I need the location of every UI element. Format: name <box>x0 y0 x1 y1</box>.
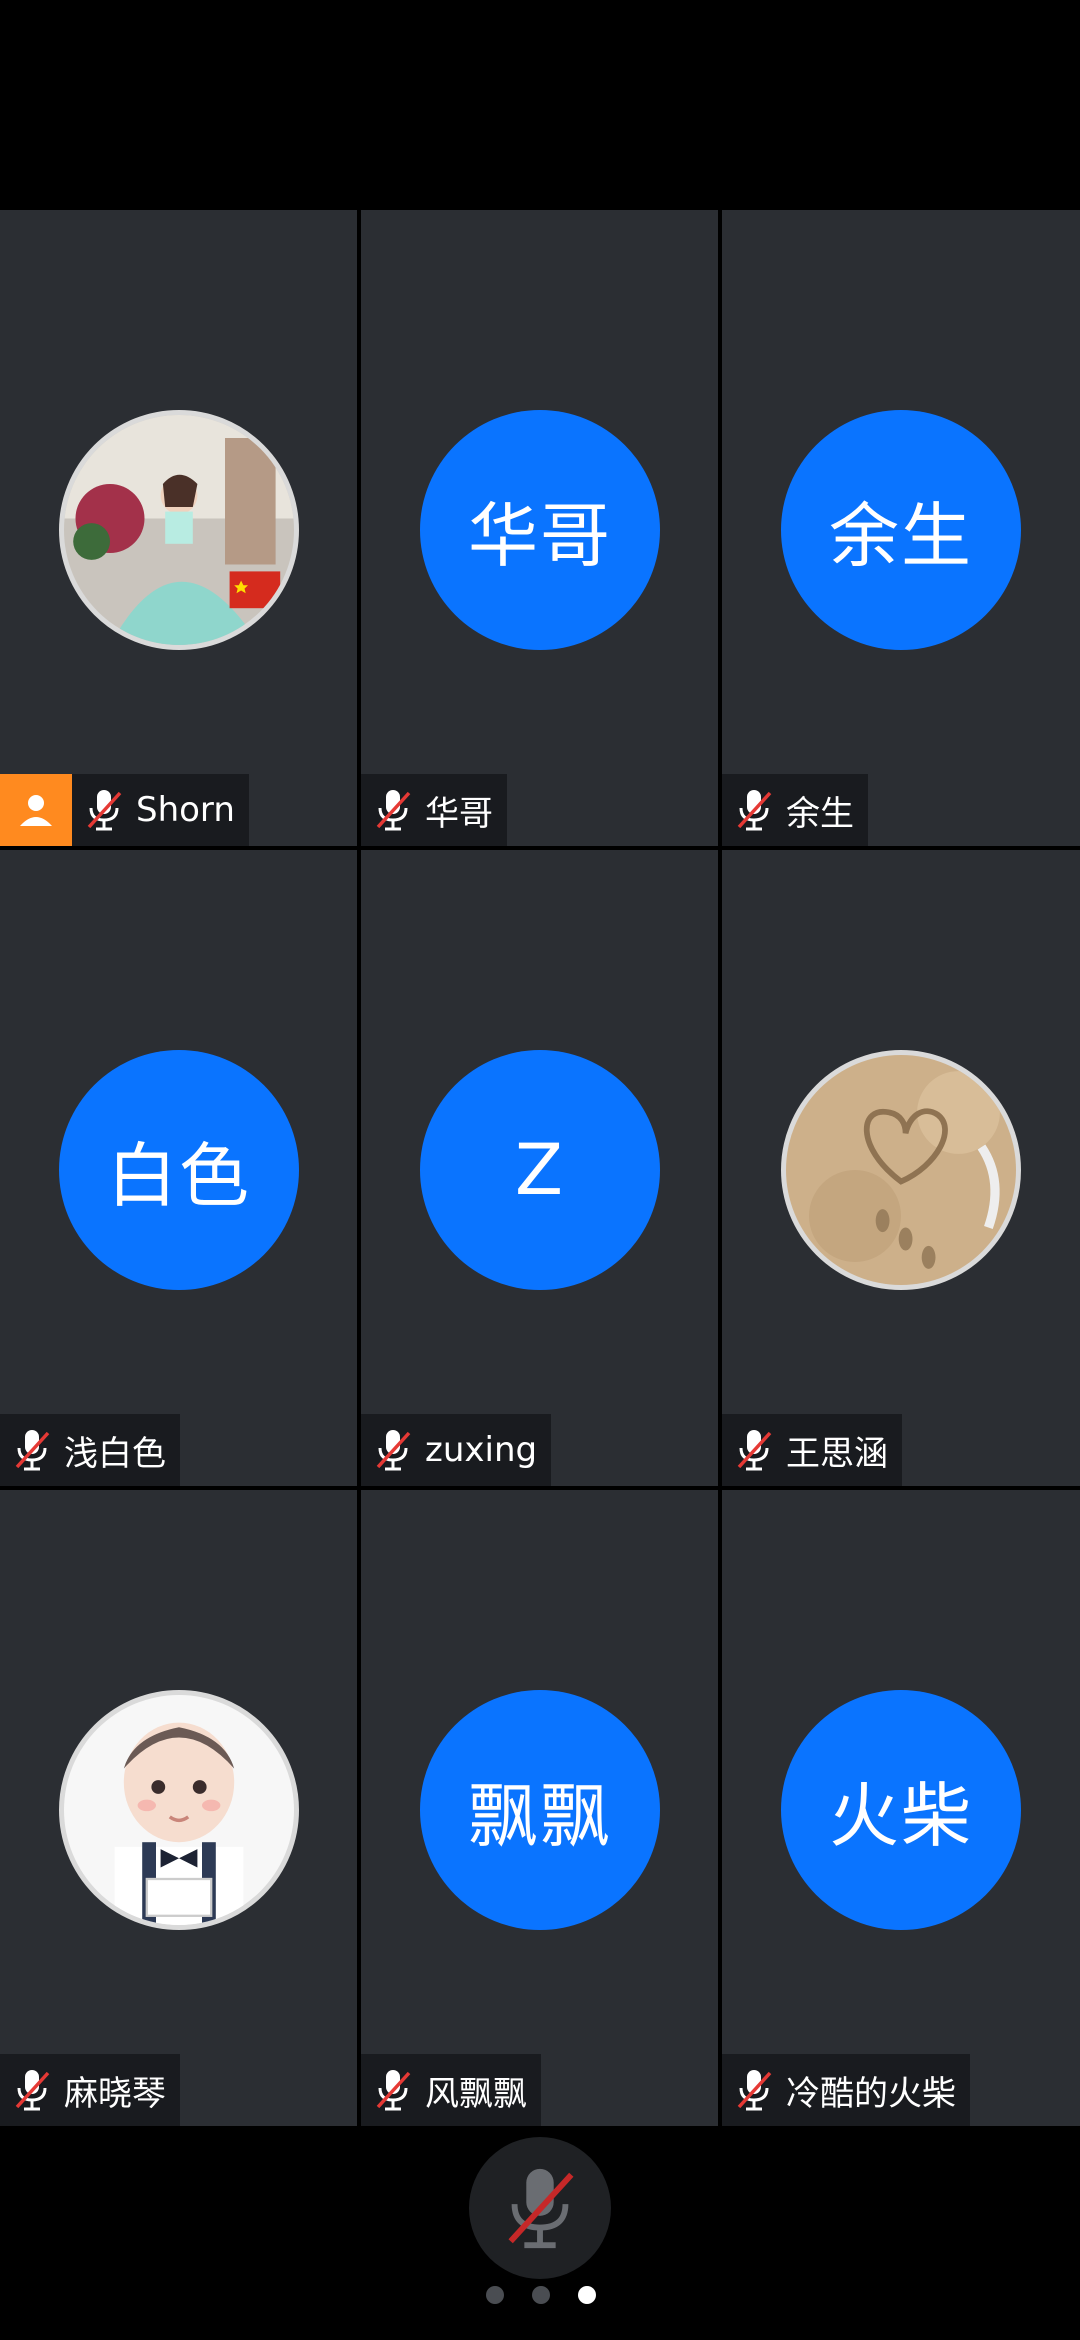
mic-muted-icon <box>732 785 776 835</box>
participant-tile[interactable]: Shorn <box>0 210 357 846</box>
name-tag: 浅白色 <box>0 1414 180 1486</box>
participant-name: Shorn <box>136 790 235 830</box>
name-tag: Shorn <box>0 774 249 846</box>
mic-muted-icon <box>10 2065 54 2115</box>
mic-muted-icon <box>371 1425 415 1475</box>
participant-name: 冷酷的火柴 <box>786 2073 956 2114</box>
avatar-initials: 华哥 <box>420 410 660 650</box>
microphone-muted-icon <box>508 2168 574 2249</box>
name-tag: 麻晓琴 <box>0 2054 180 2126</box>
participant-tile[interactable]: 余生 余生 <box>722 210 1080 846</box>
page-dot-2[interactable] <box>532 2286 550 2304</box>
avatar-initials: 白色 <box>59 1050 299 1290</box>
participant-name: 浅白色 <box>64 1433 166 1474</box>
avatar-photo <box>59 410 299 650</box>
host-badge <box>0 774 72 846</box>
participant-name: 华哥 <box>425 793 493 834</box>
mute-toggle-button[interactable] <box>469 2137 611 2279</box>
heart-in-sand-photo <box>786 1055 1016 1285</box>
participant-tile[interactable]: 火柴 冷酷的火柴 <box>722 1490 1080 2126</box>
name-tag: 华哥 <box>361 774 507 846</box>
participant-name: 余生 <box>786 793 854 834</box>
participant-name: zuxing <box>425 1430 538 1470</box>
name-tag: 王思涵 <box>722 1414 902 1486</box>
mic-muted-icon <box>82 785 126 835</box>
avatar-photo <box>781 1050 1021 1290</box>
name-tag: 风飘飘 <box>361 2054 541 2126</box>
participant-grid: Shorn 华哥 华哥 余生 余生 白色 浅白色 Z zuxing 王思涵 麻晓… <box>0 210 1080 2129</box>
avatar-initials: Z <box>420 1050 660 1290</box>
participant-tile[interactable]: 王思涵 <box>722 850 1080 1486</box>
name-tag: zuxing <box>361 1414 552 1486</box>
page-indicator[interactable] <box>486 2285 596 2305</box>
participant-name: 风飘飘 <box>425 2073 527 2114</box>
participant-tile[interactable]: 麻晓琴 <box>0 1490 357 2126</box>
name-tag: 冷酷的火柴 <box>722 2054 970 2126</box>
woman-in-gown-photo <box>64 415 294 645</box>
mic-muted-icon <box>732 2065 776 2115</box>
participant-tile[interactable]: 飘飘 风飘飘 <box>361 1490 718 2126</box>
mic-muted-icon <box>371 785 415 835</box>
participant-tile[interactable]: 华哥 华哥 <box>361 210 718 846</box>
mic-muted-icon <box>10 1425 54 1475</box>
name-tag: 余生 <box>722 774 868 846</box>
host-person-icon <box>20 795 52 826</box>
avatar-initials: 余生 <box>781 410 1021 650</box>
avatar-initials: 火柴 <box>781 1690 1021 1930</box>
bottom-control-bar <box>0 2129 1080 2340</box>
mic-muted-icon <box>732 1425 776 1475</box>
participant-name: 麻晓琴 <box>64 2073 166 2114</box>
page-dot-3-active[interactable] <box>578 2286 596 2304</box>
avatar-photo <box>59 1690 299 1930</box>
meeting-screen: Shorn 华哥 华哥 余生 余生 白色 浅白色 Z zuxing 王思涵 麻晓… <box>0 0 1080 2340</box>
cartoon-boy-photo <box>64 1695 294 1925</box>
mic-muted-icon <box>371 2065 415 2115</box>
participant-name: 王思涵 <box>786 1433 888 1474</box>
participant-tile[interactable]: 白色 浅白色 <box>0 850 357 1486</box>
page-dot-1[interactable] <box>486 2286 504 2304</box>
avatar-initials: 飘飘 <box>420 1690 660 1930</box>
participant-tile[interactable]: Z zuxing <box>361 850 718 1486</box>
